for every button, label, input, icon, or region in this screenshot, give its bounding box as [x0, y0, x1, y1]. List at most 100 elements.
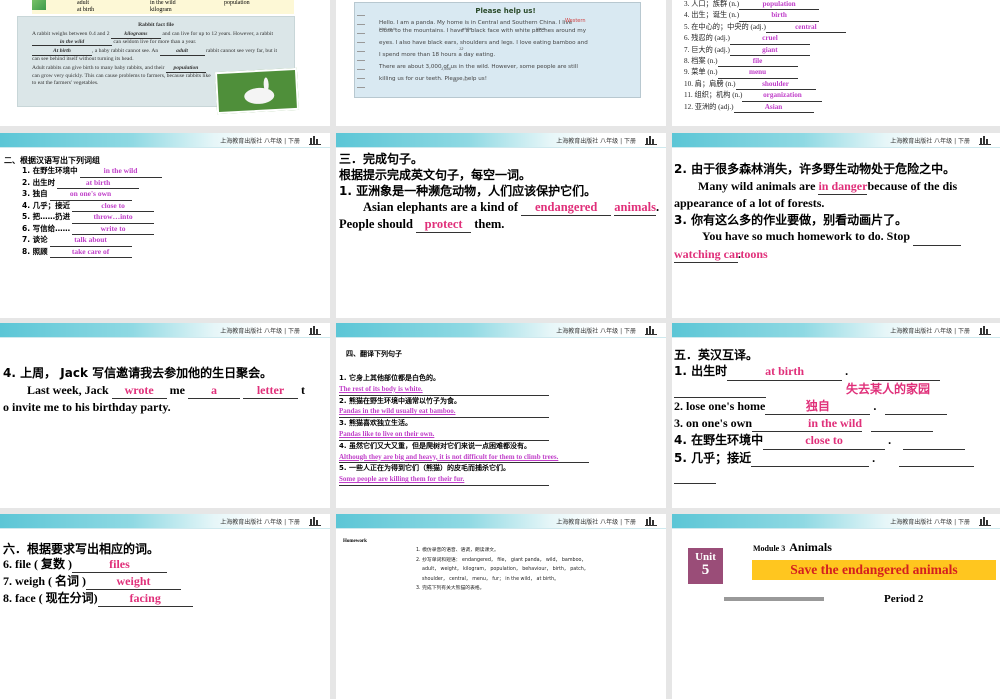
phrase-item: 7. 谈论 talk about — [22, 235, 162, 247]
slide-thumbnail-10[interactable]: 上海教育出版社 八年级 | 下册 六．根据要求写出相应的词。 6. file (… — [0, 514, 330, 699]
translation-question: 2. 熊猫在野生环境中通常以竹子为食。 — [339, 396, 461, 405]
building-icon — [309, 136, 321, 145]
period-label: Period 2 — [884, 593, 924, 605]
slide-header: 上海教育出版社 八年级 | 下册 — [336, 133, 666, 148]
row: 失去某人的家园 — [674, 381, 1000, 398]
building-icon — [979, 517, 991, 526]
slide-thumbnail-1[interactable]: adult in the wild population at birth ki… — [0, 0, 330, 126]
homework-item: shoulder， central， menu， fur； in the wil… — [422, 576, 559, 582]
publisher-label: 上海教育出版社 八年级 | 下册 — [220, 519, 300, 526]
correction: for — [453, 79, 458, 83]
slide-header: 上海教育出版社 八年级 | 下册 — [672, 133, 1000, 148]
section-title: 四、翻译下列句子 — [346, 350, 402, 358]
slide-thumbnail-6[interactable]: 上海教育出版社 八年级 | 下册 2. 由于很多森林消失，许多野生动物处于危险之… — [672, 133, 1000, 318]
unit-badge: Unit 5 — [688, 548, 723, 584]
translation-answer: Pandas like to live on their own. — [339, 429, 549, 441]
slide-thumbnail-5[interactable]: 上海教育出版社 八年级 | 下册 三．完成句子。 根据提示完成英文句子，每空一词… — [336, 133, 666, 318]
homework-item: 2. 抄写单词和短语： endangered， file， giant pand… — [416, 557, 587, 563]
note-card: Please help us! Hello. I am a panda. My … — [354, 2, 641, 98]
question: 1. 亚洲象是一种濒危动物，人们应该保护它们。 — [339, 184, 597, 198]
row: 4. 在野生环境中 close to . — [674, 432, 1000, 450]
question: 3. 你有这么多的作业要做，别看动画片了。 — [674, 212, 908, 227]
note-title: Please help us! — [475, 7, 536, 15]
word: at birth — [77, 7, 95, 13]
building-icon — [979, 326, 991, 335]
correction: 12 — [459, 47, 464, 51]
paragraph: At birth, a baby rabbit cannot see. An a… — [32, 48, 278, 63]
phrase-item: 3. 独自 on one's own — [22, 189, 162, 201]
vocab-item: 11. 组织；机构 (n.) organization — [684, 90, 846, 102]
slide-header: 上海教育出版社 八年级 | 下册 — [672, 514, 1000, 529]
correction: black — [536, 27, 546, 31]
building-icon — [645, 326, 657, 335]
homework-label: Homework — [343, 539, 367, 544]
phrase-item: 2. 出生时 at birth — [22, 178, 162, 189]
building-icon — [979, 136, 991, 145]
module-title: Module 3 Animals — [753, 540, 832, 554]
section-title: 二、根据汉语写出下列词组 — [4, 156, 100, 165]
slide-thumbnail-11[interactable]: 上海教育出版社 八年级 | 下册 Homework 1. 模仿录音的语音、语调，… — [336, 514, 666, 699]
question: 2. 由于很多森林消失，许多野生动物处于危险之中。 — [674, 162, 956, 176]
phrase-item: 5. 把……扔进 throw…into — [22, 212, 162, 224]
slide-thumbnail-9[interactable]: 上海教育出版社 八年级 | 下册 五．英汉互译。 1. 出生时 at birth … — [672, 323, 1000, 508]
word: kilogram — [150, 7, 172, 13]
sentence: You have so much homework to do. Stop — [674, 228, 1000, 246]
note-line: Hello. I am a panda. My home is in Centr… — [379, 20, 573, 26]
section-title: 六．根据要求写出相应的词。 — [3, 542, 160, 556]
note-line: eyes. I also have black ears, shoulders … — [379, 40, 588, 46]
publisher-label: 上海教育出版社 八年级 | 下册 — [556, 138, 636, 145]
vocab-list: 3. 人口；族群 (n.) population 4. 出生；诞生 (n.) birt… — [684, 0, 846, 114]
slide-header: 上海教育出版社 八年级 | 下册 — [0, 133, 330, 148]
correction: high up in — [379, 27, 397, 31]
word: adult — [77, 0, 89, 6]
homework-item: adult， weight， kilogram， population， beh… — [422, 567, 589, 572]
note-line: close to the mountains. I have a black f… — [379, 28, 587, 34]
paragraph: A rabbit weighs between 0.4 and 2 kilogr… — [32, 30, 274, 47]
note-line: I spend more than 18 hours a day eating. — [379, 52, 496, 58]
phrase-item: 4. 几乎；接近 close to — [22, 201, 162, 212]
homework-list: 1. 模仿录音的语音、语调，朗读课文。 2. 抄写单词和短语： endangere… — [416, 546, 589, 594]
slide-thumbnail-12[interactable]: 上海教育出版社 八年级 | 下册 Unit 5 Module 3 Animals… — [672, 514, 1000, 699]
slide-header: 上海教育出版社 八年级 | 下册 — [672, 323, 1000, 338]
translation-answer: The rest of its body is white. — [339, 384, 549, 396]
phrase-list: 1. 在野生环境中 in the wild 2. 出生时 at birth 3. 独… — [22, 166, 162, 258]
vocab-item: 8. 档案 (n.) file — [684, 56, 846, 68]
slide-thumbnail-4[interactable]: 上海教育出版社 八年级 | 下册 二、根据汉语写出下列词组 1. 在野生环境中 … — [0, 133, 330, 318]
translation-question: 3. 熊猫喜欢独立生活。 — [339, 419, 412, 428]
phrase-item: 1. 在野生环境中 in the wild — [22, 166, 162, 178]
word-form-item: 7. weigh ( 名词 ) weight — [3, 573, 193, 590]
slide-header: 上海教育出版社 八年级 | 下册 — [336, 514, 666, 529]
translation-answer: Some people are killing them for their f… — [339, 474, 549, 486]
slide-thumbnail-7[interactable]: 上海教育出版社 八年级 | 下册 4. 上周， Jack 写信邀请我去参加他的生… — [0, 323, 330, 508]
note-line: There are about 3,000 of us in the wild.… — [379, 64, 578, 70]
building-icon — [309, 326, 321, 335]
spiral-binding — [357, 9, 365, 93]
phrase-item: 6. 写信给…… write to — [22, 224, 162, 235]
note-line: killing us for our teeth. Please help us… — [379, 76, 487, 82]
publisher-label: 上海教育出版社 八年级 | 下册 — [890, 519, 970, 526]
word-box: adult in the wild population at birth ki… — [32, 0, 294, 14]
slide-thumbnail-2[interactable]: Please help us! Hello. I am a panda. My … — [336, 0, 666, 126]
sentence: Asian elephants are a kind of endangered… — [339, 200, 660, 233]
vocab-item: 7. 巨大的 (adj.) giant — [684, 45, 846, 57]
word-form-item: 6. file ( 复数 ) files — [3, 556, 193, 573]
vocab-item: 6. 残忍的 (adj.) cruel — [684, 33, 846, 45]
slide-thumbnail-8[interactable]: 上海教育出版社 八年级 | 下册 四、翻译下列句子 1. 它身上其他部位都是白色… — [336, 323, 666, 508]
building-icon — [645, 517, 657, 526]
row: 2. lose one's home 独自 . — [674, 398, 1000, 416]
publisher-label: 上海教育出版社 八年级 | 下册 — [890, 328, 970, 335]
slide-thumbnail-3[interactable]: 3. 人口；族群 (n.) population 4. 出生；诞生 (n.) birt… — [672, 0, 1000, 126]
correction: 1,600 — [441, 67, 452, 71]
instruction: 根据提示完成英文句子，每空一词。 — [339, 168, 532, 182]
translation-question: 5. 一些人正在为得到它们（熊猫）的皮毛而捕杀它们。 — [339, 464, 510, 473]
slide-header: 上海教育出版社 八年级 | 下册 — [336, 323, 666, 338]
vocab-item: 3. 人口；族群 (n.) population — [684, 0, 846, 11]
translation-answer: Pandas in the wild usually eat bamboo. — [339, 406, 549, 419]
word: population — [224, 0, 250, 6]
rabbit-photo — [214, 67, 300, 115]
homework-item: 3. 完成下列有关大熊猫的表格。 — [416, 586, 485, 591]
publisher-label: 上海教育出版社 八年级 | 下册 — [220, 328, 300, 335]
homework-item: 1. 模仿录音的语音、语调，朗读课文。 — [416, 548, 499, 553]
correction: Western — [565, 18, 586, 24]
sentence: watching cartoons. — [674, 246, 1000, 263]
